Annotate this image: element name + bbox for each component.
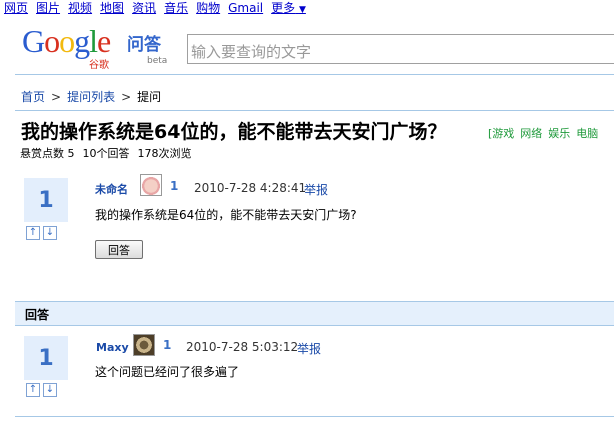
logo-subtitle: 谷歌 xyxy=(89,60,109,71)
arrow-down-icon[interactable]: ↓ xyxy=(43,383,57,397)
answer-vote-arrows: ↑ ↓ xyxy=(26,383,57,397)
search-input[interactable] xyxy=(187,34,614,64)
question-tags: [游戏 网络 娱乐 电脑 xyxy=(488,127,599,140)
breadcrumb-home[interactable]: 首页 xyxy=(21,90,45,104)
answer-vote-count: 1 xyxy=(24,336,68,380)
nav-more-label: 更多 xyxy=(271,1,296,15)
google-logo-text: Google xyxy=(22,23,111,59)
answer-count: 10个回答 xyxy=(82,147,130,160)
question-time: 2010-7-28 4:28:41 xyxy=(194,181,307,195)
header-divider xyxy=(15,74,614,75)
nav-video[interactable]: 视频 xyxy=(68,1,92,15)
beta-badge: beta xyxy=(147,56,168,66)
answer-report-link[interactable]: 举报 xyxy=(297,340,321,357)
question-vote-count: 1 xyxy=(24,178,68,222)
tag-games[interactable]: 游戏 xyxy=(492,127,514,140)
question-title: 我的操作系统是64位的，能不能带去天安门广场？ xyxy=(21,121,447,143)
answers-header-label: 回答 xyxy=(25,308,50,322)
view-count: 178次浏览 xyxy=(137,147,192,160)
answers-header-divider xyxy=(15,325,614,326)
answer-body: 这个问题已经问了很多遍了 xyxy=(95,365,240,379)
triangle-down-icon: ▼ xyxy=(298,5,306,15)
top-navigation: 网页 图片 视频 地图 资讯 音乐 购物 Gmail 更多 ▼ xyxy=(4,1,306,18)
question-report-link[interactable]: 举报 xyxy=(304,181,328,198)
reward-points: 悬赏点数 5 xyxy=(20,147,75,160)
nav-shopping[interactable]: 购物 xyxy=(196,1,220,15)
reply-button[interactable]: 回答 xyxy=(95,240,143,259)
breadcrumb-divider xyxy=(15,110,614,111)
question-body: 我的操作系统是64位的，能不能带去天安门广场? xyxy=(95,208,357,222)
answer-author-level: 1 xyxy=(163,338,172,352)
google-wenda-logo[interactable]: Google 问答 谷歌 beta xyxy=(22,23,172,71)
answer-author-name: Maxy xyxy=(96,341,129,354)
nav-web[interactable]: 网页 xyxy=(4,1,28,15)
tag-computer[interactable]: 电脑 xyxy=(576,127,598,140)
nav-images[interactable]: 图片 xyxy=(36,1,60,15)
tag-entertainment[interactable]: 娱乐 xyxy=(548,127,570,140)
breadcrumb-question-list[interactable]: 提问列表 xyxy=(67,90,115,104)
answer-time: 2010-7-28 5:03:12 xyxy=(186,340,299,354)
answer-author-avatar[interactable] xyxy=(133,334,155,356)
question-author-avatar[interactable] xyxy=(140,174,162,196)
breadcrumb: 首页 > 提问列表 > 提问 xyxy=(21,90,162,104)
arrow-down-icon[interactable]: ↓ xyxy=(43,226,57,240)
breadcrumb-current: 提问 xyxy=(137,90,162,104)
nav-news[interactable]: 资讯 xyxy=(132,1,156,15)
tag-network[interactable]: 网络 xyxy=(520,127,542,140)
nav-more[interactable]: 更多 ▼ xyxy=(271,1,306,15)
question-author-level: 1 xyxy=(170,179,179,193)
nav-gmail[interactable]: Gmail xyxy=(228,1,263,15)
question-author-name: 未命名 xyxy=(95,183,128,196)
arrow-up-icon[interactable]: ↑ xyxy=(26,226,40,240)
nav-music[interactable]: 音乐 xyxy=(164,1,188,15)
question-stats: 悬赏点数 5 10个回答 178次浏览 xyxy=(20,145,200,161)
logo-wenda-label: 问答 xyxy=(127,35,161,55)
arrow-up-icon[interactable]: ↑ xyxy=(26,383,40,397)
nav-maps[interactable]: 地图 xyxy=(100,1,124,15)
question-vote-arrows: ↑ ↓ xyxy=(26,226,57,240)
answers-section-header: 回答 xyxy=(15,301,614,325)
answer-divider xyxy=(15,416,614,417)
